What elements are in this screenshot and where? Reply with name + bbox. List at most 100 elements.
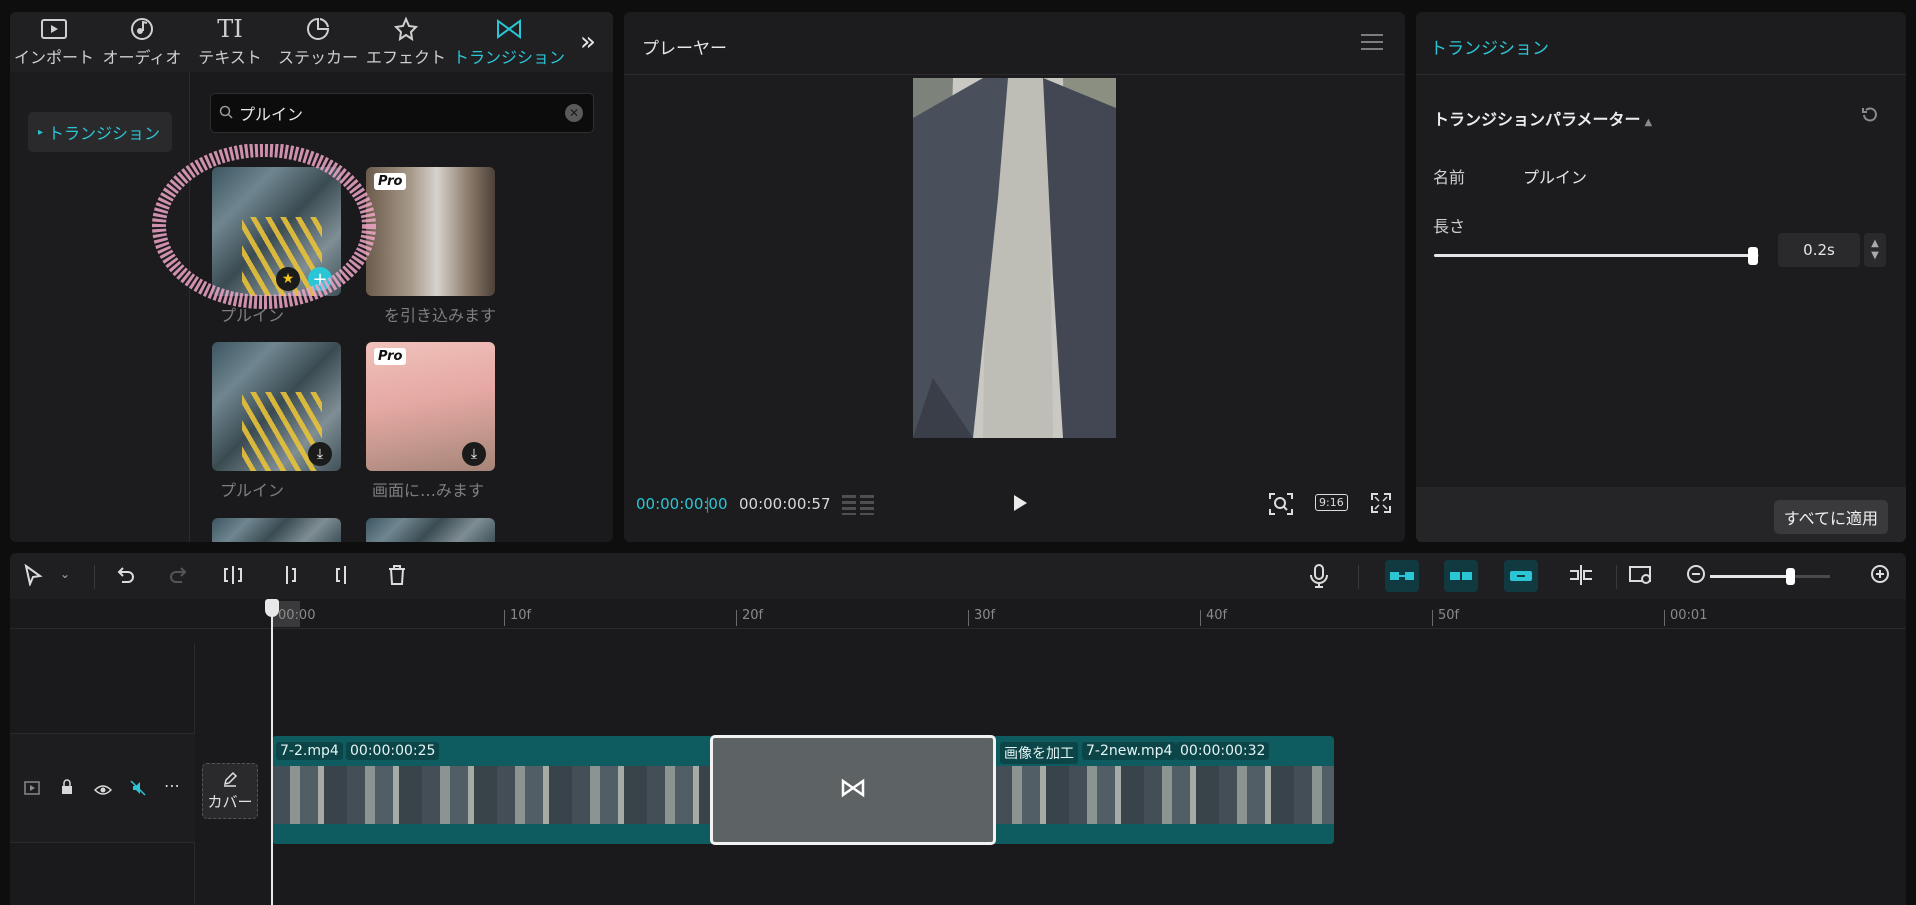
- ruler-tick: [736, 610, 737, 626]
- length-label: 長さ: [1433, 217, 1466, 236]
- transition-thumb-pullin[interactable]: ★ +: [212, 167, 341, 296]
- lock-icon[interactable]: [60, 779, 74, 799]
- tab-sticker[interactable]: ステッカー: [274, 12, 362, 72]
- video-clip-2[interactable]: 画像を加工 7-2new.mp4 00:00:00:32: [994, 736, 1334, 844]
- undo-icon[interactable]: [114, 564, 136, 590]
- clip-duration: 00:00:00:32: [1176, 742, 1270, 760]
- slider-handle[interactable]: [1747, 247, 1758, 265]
- eye-icon[interactable]: [93, 781, 113, 800]
- section-title-text: トランジションパラメーター: [1433, 110, 1641, 129]
- microphone-icon[interactable]: [1308, 564, 1330, 592]
- cover-label: カバー: [207, 792, 253, 811]
- search-icon: [219, 104, 233, 123]
- track-header: ⋯: [10, 733, 195, 843]
- auto-snap-icon[interactable]: [1444, 560, 1478, 592]
- section-title[interactable]: トランジションパラメーター ▲: [1433, 106, 1652, 130]
- ruler-label: 00:00: [278, 608, 316, 623]
- play-icon[interactable]: [1008, 492, 1030, 518]
- preview-frame-icon[interactable]: [1628, 564, 1654, 590]
- ruler-label: 50f: [1438, 608, 1460, 623]
- transition-thumb-partial[interactable]: [212, 518, 341, 542]
- more-tabs-icon[interactable]: »: [568, 12, 608, 72]
- video-track-icon: [24, 780, 40, 799]
- thumb-label: プルイン: [220, 306, 285, 325]
- transition-thumb-pullin-2[interactable]: ⤓: [212, 342, 341, 471]
- clip-duration: 00:00:00:25: [346, 742, 440, 760]
- divider: [1358, 565, 1359, 589]
- video-preview: [913, 78, 1116, 438]
- favorite-star-icon[interactable]: ★: [276, 267, 300, 291]
- more-options-icon[interactable]: ⋯: [164, 776, 180, 795]
- sticker-icon: [305, 16, 331, 42]
- delete-icon[interactable]: [386, 564, 408, 590]
- trim-right-icon[interactable]: [332, 564, 354, 590]
- menu-icon[interactable]: [1361, 34, 1383, 55]
- zoom-handle[interactable]: [1786, 568, 1796, 585]
- timeline-toolbar: ⌄: [10, 553, 1906, 599]
- ruler-tick: [1200, 610, 1201, 626]
- playhead[interactable]: [271, 601, 273, 905]
- timeline-ruler[interactable]: 00:00 10f 20f 30f 40f 50f 00:01: [10, 599, 1906, 629]
- chevron-down-icon[interactable]: ⌄: [60, 567, 70, 581]
- pro-badge: Pro: [374, 173, 407, 190]
- zoom-in-icon[interactable]: [1870, 564, 1892, 590]
- tab-label: インポート: [13, 48, 94, 67]
- redo-icon[interactable]: [168, 564, 190, 590]
- length-input[interactable]: 0.2s: [1778, 233, 1860, 267]
- waveform-grid-icon[interactable]: [842, 493, 876, 519]
- tab-transition[interactable]: トランジション: [450, 12, 568, 72]
- chevron-up-icon[interactable]: ▲: [1871, 238, 1879, 250]
- zoom-fit-icon[interactable]: [1268, 492, 1294, 520]
- divider: [94, 565, 95, 589]
- aspect-ratio-button[interactable]: 9:16: [1315, 494, 1348, 511]
- download-icon[interactable]: ⤓: [462, 442, 486, 466]
- length-slider[interactable]: [1434, 247, 1759, 265]
- playhead-handle[interactable]: [265, 599, 279, 617]
- select-tool-icon[interactable]: [22, 563, 44, 590]
- clip-edit-label: 画像を加工: [1000, 742, 1078, 764]
- video-clip-1[interactable]: 7-2.mp4 00:00:00:25: [272, 736, 712, 844]
- mute-audio-icon[interactable]: [130, 780, 146, 800]
- apply-all-button[interactable]: すべてに適用: [1773, 500, 1888, 534]
- split-icon[interactable]: [222, 564, 244, 590]
- transition-thumb-pro-2[interactable]: Pro ⤓: [366, 342, 495, 471]
- fullscreen-icon[interactable]: [1370, 492, 1392, 518]
- split-preview-icon[interactable]: [1568, 564, 1594, 590]
- zoom-out-icon[interactable]: [1686, 564, 1708, 590]
- magnet-snap-icon[interactable]: [1385, 560, 1419, 592]
- caret-up-icon: ▲: [1644, 117, 1653, 128]
- cover-button[interactable]: カバー: [202, 763, 258, 819]
- download-icon[interactable]: ⤓: [308, 442, 332, 466]
- tab-text[interactable]: TI テキスト: [186, 12, 274, 72]
- length-stepper[interactable]: ▲ ▼: [1864, 233, 1886, 267]
- tab-import[interactable]: インポート: [10, 12, 98, 72]
- reset-icon[interactable]: [1860, 105, 1880, 129]
- thumb-label: を引き込みます: [384, 306, 497, 325]
- transition-thumb-partial[interactable]: [366, 518, 495, 542]
- category-sidebar: ▸ トランジション: [10, 72, 190, 542]
- ruler-label: 40f: [1206, 608, 1228, 623]
- tab-label: エフェクト: [365, 48, 446, 67]
- ruler-label: 20f: [742, 608, 764, 623]
- category-item-transition[interactable]: ▸ トランジション: [28, 112, 172, 152]
- search-input[interactable]: [239, 103, 569, 123]
- ruler-tick: [1664, 610, 1665, 626]
- effect-icon: [393, 16, 419, 42]
- inspector-panel: トランジション トランジションパラメーター ▲ 名前 プルイン 長さ 0.2s ▲…: [1416, 12, 1906, 542]
- tab-effect[interactable]: エフェクト: [362, 12, 450, 72]
- trim-left-icon[interactable]: [278, 564, 300, 590]
- clear-search-icon[interactable]: ✕: [565, 104, 583, 122]
- slider-fill: [1434, 254, 1753, 257]
- inspector-tab-transition[interactable]: トランジション: [1430, 34, 1549, 59]
- chevron-down-icon[interactable]: ▼: [1871, 250, 1879, 262]
- transition-thumb-pro-1[interactable]: Pro: [366, 167, 495, 296]
- transition-block[interactable]: [710, 735, 996, 845]
- thumb-label: プルイン: [220, 481, 285, 500]
- zoom-slider[interactable]: [1710, 568, 1830, 585]
- total-time: 00:00:00:57: [739, 495, 831, 513]
- divider: [1416, 74, 1906, 75]
- link-clips-icon[interactable]: [1504, 560, 1538, 592]
- add-icon[interactable]: +: [308, 267, 332, 291]
- divider: [1616, 565, 1617, 589]
- tab-audio[interactable]: オーディオ: [98, 12, 186, 72]
